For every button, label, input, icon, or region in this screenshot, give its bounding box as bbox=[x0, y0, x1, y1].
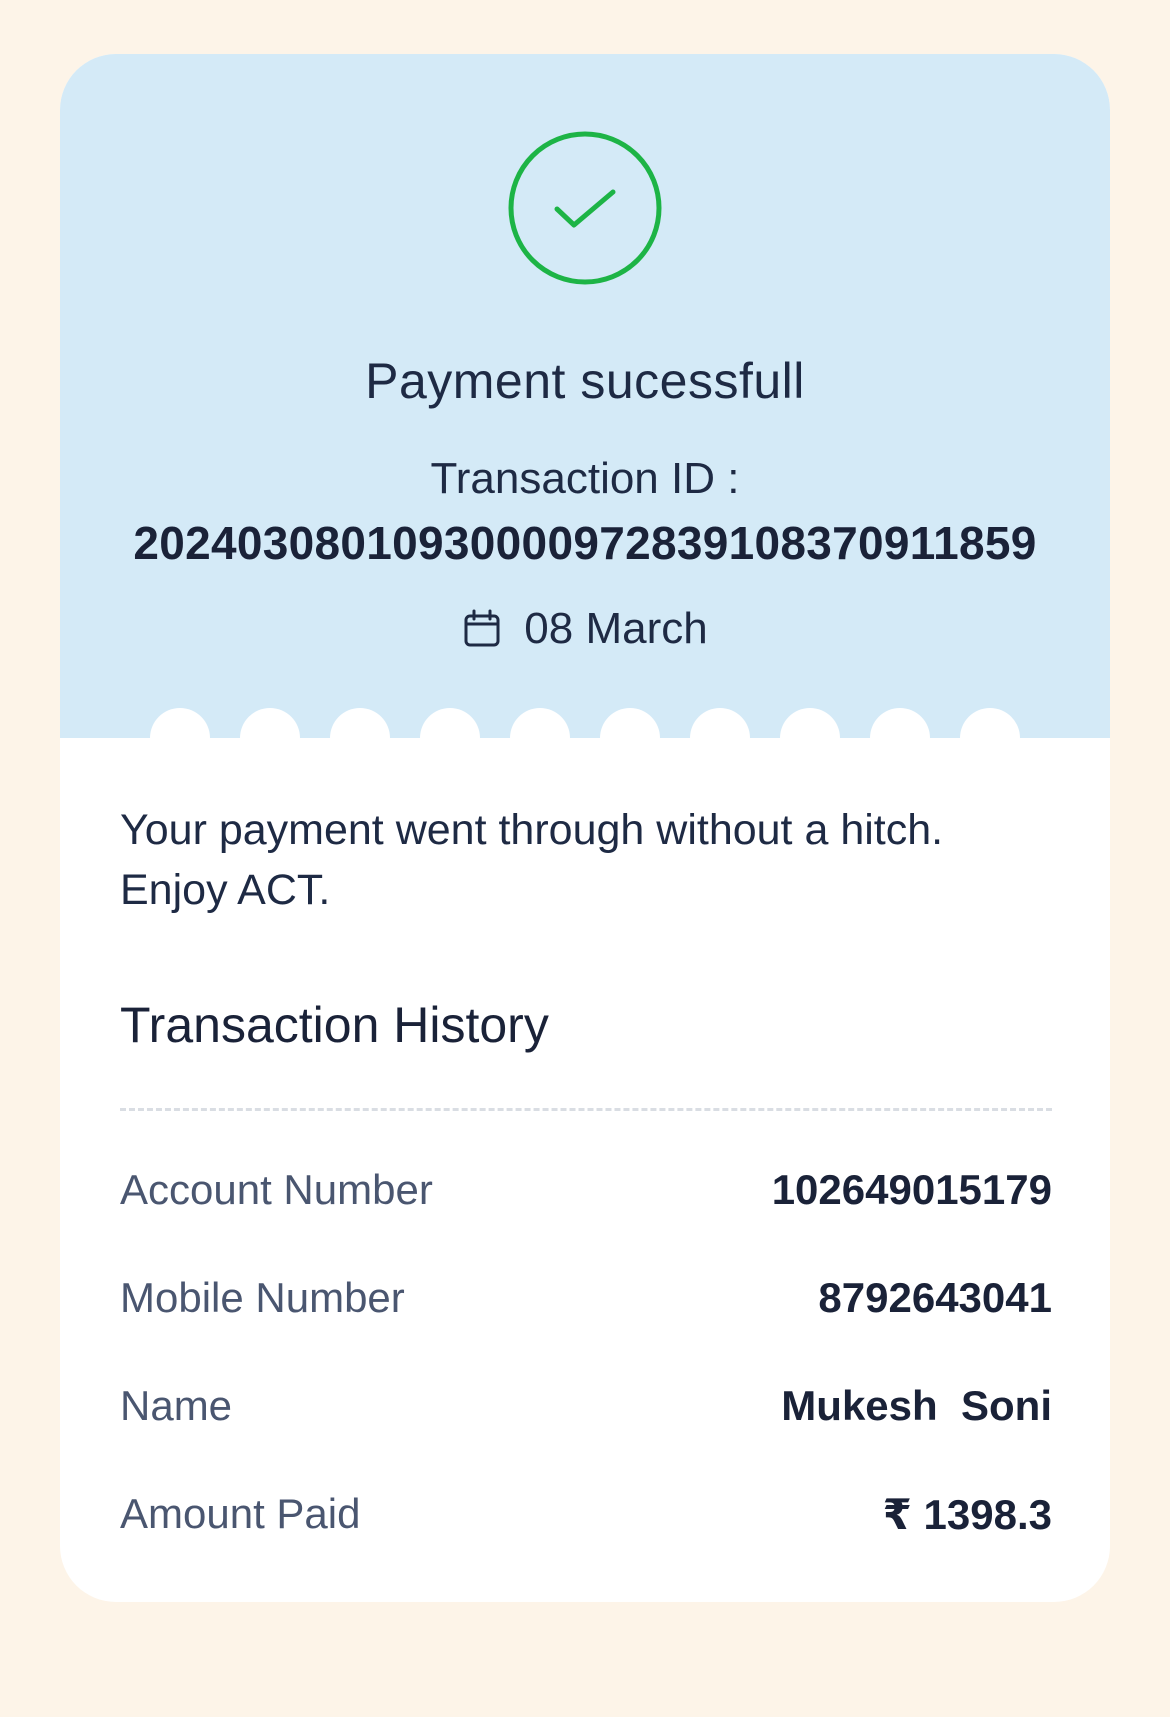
dashed-divider bbox=[120, 1108, 1052, 1111]
confirmation-message-line1: Your payment went through without a hitc… bbox=[120, 806, 944, 854]
transaction-id-label: Transaction ID : bbox=[430, 454, 740, 503]
transaction-history-title: Transaction History bbox=[120, 997, 549, 1053]
transaction-date: 08 March bbox=[60, 604, 1110, 654]
detail-value: 8792643041 bbox=[818, 1274, 1052, 1321]
detail-value: Mukesh Soni bbox=[781, 1382, 1052, 1429]
confirmation-message: Your payment went through without a hitc… bbox=[120, 800, 1080, 920]
receipt-header: Payment sucessfull Transaction ID : 2024… bbox=[60, 54, 1110, 738]
detail-row-mobile-number: Mobile Number 8792643041 bbox=[120, 1268, 1052, 1328]
payment-receipt-card: Payment sucessfull Transaction ID : 2024… bbox=[60, 54, 1110, 1602]
detail-label: Name bbox=[120, 1382, 233, 1429]
detail-row-account-number: Account Number 102649015179 bbox=[120, 1160, 1052, 1220]
check-circle-icon bbox=[508, 131, 662, 285]
detail-row-name: Name Mukesh Soni bbox=[120, 1376, 1052, 1436]
detail-label: Mobile Number bbox=[120, 1274, 405, 1321]
confirmation-message-line2: Enjoy ACT. bbox=[120, 866, 331, 914]
detail-value: 102649015179 bbox=[771, 1166, 1052, 1213]
detail-label: Account Number bbox=[120, 1166, 433, 1213]
calendar-icon bbox=[464, 609, 500, 647]
transaction-id-value: 20240308010930000972839108370911859 bbox=[133, 517, 1037, 569]
payment-status-title: Payment sucessfull bbox=[365, 353, 805, 409]
receipt-scallop-edge bbox=[60, 708, 1110, 768]
detail-value: ₹ 1398.3 bbox=[882, 1490, 1052, 1538]
transaction-date-text: 08 March bbox=[524, 604, 708, 653]
detail-row-amount-paid: Amount Paid ₹ 1398.3 bbox=[120, 1484, 1052, 1544]
detail-label: Amount Paid bbox=[120, 1490, 361, 1537]
